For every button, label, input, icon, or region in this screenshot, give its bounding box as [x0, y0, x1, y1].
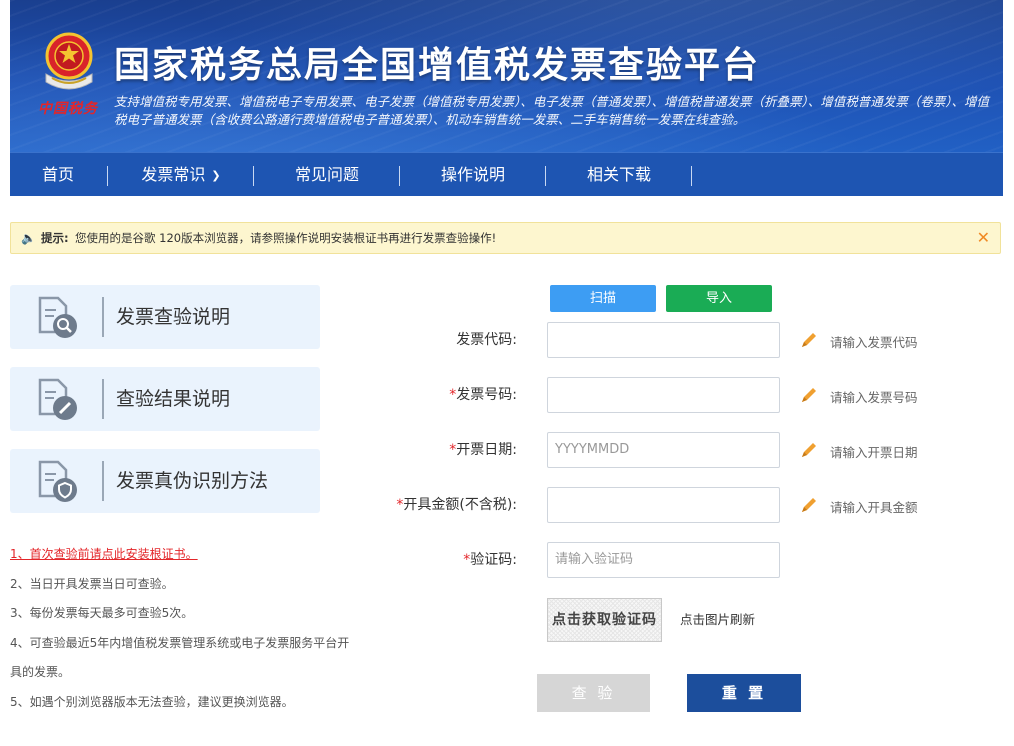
field-label: 开具金额(不含税): — [403, 497, 517, 513]
card-label: 发票查验说明 — [116, 306, 231, 328]
captcha-input[interactable]: 请输入验证码 — [547, 542, 780, 578]
card-invoice-check-guide[interactable]: 发票查验说明 — [10, 285, 320, 349]
tip-item: 3、每份发票每天最多可查验5次。 — [10, 606, 194, 620]
close-icon[interactable]: ✕ — [977, 223, 990, 253]
card-label: 发票真伪识别方法 — [116, 470, 269, 492]
nav-item-invoice-knowledge[interactable]: 发票常识 ❯ — [108, 153, 254, 197]
nav-item-faq[interactable]: 常见问题 — [254, 153, 400, 197]
browser-notice: 🔈 提示: 您使用的是谷歌 120版本浏览器，请参照操作说明安装根证书再进行发票… — [10, 222, 1001, 254]
field-label: 开票日期: — [456, 442, 517, 458]
nav-item-label: 发票常识 — [141, 165, 206, 184]
check-button[interactable]: 查 验 — [537, 674, 650, 712]
card-divider — [102, 297, 104, 337]
invoice-code-hint: 请输入发票代码 — [830, 335, 918, 350]
pen-doc-icon — [38, 378, 77, 420]
nav-item-home[interactable]: 首页 — [10, 153, 106, 197]
invoice-number-input[interactable] — [547, 377, 780, 413]
brand-mark: 中国税务 — [38, 101, 98, 117]
field-label: 发票号码: — [456, 387, 517, 403]
card-label: 查验结果说明 — [116, 388, 231, 410]
tip-item: 5、如遇个别浏览器版本无法查验，建议更换浏览器。 — [10, 694, 294, 709]
invoice-number-hint: 请输入发票号码 — [830, 390, 918, 405]
speaker-icon: 🔈 — [21, 231, 36, 245]
card-divider — [102, 379, 104, 419]
nav-divider — [691, 166, 692, 186]
invoice-code-label: 发票代码: — [456, 322, 517, 358]
invoice-date-hint: 请输入开票日期 — [830, 445, 918, 460]
site-header: 中国税务 国家税务总局全国增值税发票查验平台 支持增值税专用发票、增值税电子专用… — [10, 0, 1003, 152]
card-authenticity-methods[interactable]: 发票真伪识别方法 — [10, 449, 320, 513]
captcha-image[interactable]: 点击获取验证码 — [547, 598, 662, 642]
pencil-icon — [802, 498, 816, 512]
import-button[interactable]: 导入 — [666, 285, 772, 312]
captcha-refresh-hint: 点击图片刷新 — [680, 612, 756, 627]
national-tax-emblem-icon — [45, 32, 93, 90]
field-label: 验证码: — [470, 552, 517, 568]
pencil-icon — [802, 333, 816, 347]
input-placeholder: YYYYMMDD — [555, 442, 630, 457]
pencil-icon — [802, 388, 816, 402]
field-label: 发票代码: — [456, 332, 517, 348]
chevron-down-icon: ❯ — [211, 169, 221, 182]
magnifier-doc-icon — [38, 296, 77, 338]
tip-item: 2、当日开具发票当日可查验。 — [10, 576, 174, 591]
amount-hint: 请输入开具金额 — [830, 500, 918, 515]
reset-button[interactable]: 重 置 — [687, 674, 801, 712]
nav-item-label: 操作说明 — [440, 165, 505, 184]
invoice-date-label: *开票日期: — [449, 432, 517, 468]
shield-doc-icon — [38, 460, 77, 502]
invoice-date-input[interactable]: YYYYMMDD — [547, 432, 780, 468]
notice-label: 提示: — [41, 231, 69, 245]
nav-item-instructions[interactable]: 操作说明 — [400, 153, 546, 197]
invoice-code-input[interactable] — [547, 322, 780, 358]
nav-item-label: 常见问题 — [294, 165, 359, 184]
nav-item-label: 首页 — [41, 165, 74, 184]
tips-list: 1、首次查验前请点此安装根证书。 2、当日开具发票当日可查验。 3、每份发票每天… — [10, 540, 360, 717]
site-subtitle: 支持增值税专用发票、增值税电子专用发票、电子发票（增值税专用发票）、电子发票（普… — [114, 94, 990, 127]
scan-button[interactable]: 扫描 — [550, 285, 656, 312]
invoice-number-label: *发票号码: — [449, 377, 517, 413]
card-divider — [102, 461, 104, 501]
install-cert-link[interactable]: 1、首次查验前请点此安装根证书。 — [10, 540, 360, 570]
main-nav: 首页 发票常识 ❯ 常见问题 操作说明 相关下载 — [10, 152, 1003, 196]
card-result-guide[interactable]: 查验结果说明 — [10, 367, 320, 431]
nav-item-downloads[interactable]: 相关下载 — [546, 153, 692, 197]
captcha-label: *验证码: — [463, 542, 517, 578]
amount-label: *开具金额(不含税): — [396, 487, 517, 523]
notice-message: 您使用的是谷歌 120版本浏览器，请参照操作说明安装根证书再进行发票查验操作! — [75, 231, 497, 245]
pencil-icon — [802, 443, 816, 457]
amount-input[interactable] — [547, 487, 780, 523]
input-placeholder: 请输入验证码 — [555, 552, 634, 567]
nav-item-label: 相关下载 — [586, 165, 651, 184]
tip-item: 4、可查验最近5年内增值税发票管理系统或电子发票服务平台开具的发票。 — [10, 635, 350, 680]
site-title: 国家税务总局全国增值税发票查验平台 — [114, 45, 761, 86]
